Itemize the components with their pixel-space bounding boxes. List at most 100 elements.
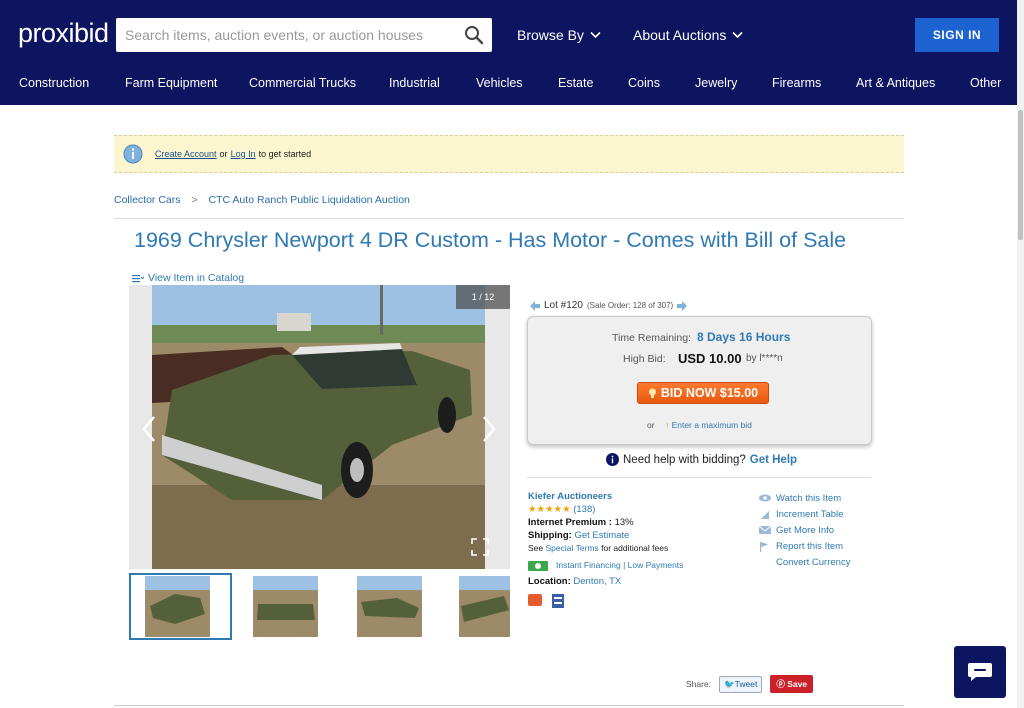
thumbnail-4[interactable]: [459, 576, 510, 637]
browse-by-menu[interactable]: Browse By: [517, 27, 601, 43]
about-auctions-menu[interactable]: About Auctions: [633, 27, 743, 43]
additional-fees-text: for additional fees: [601, 543, 669, 553]
search-icon[interactable]: [464, 25, 484, 45]
list-icon: [132, 274, 144, 282]
report-item-link[interactable]: Report this Item: [759, 539, 850, 555]
thumbnail-3[interactable]: [357, 576, 422, 637]
search-box[interactable]: [116, 18, 492, 52]
category-art-antiques[interactable]: Art & Antiques: [856, 76, 935, 90]
sale-order: (Sale Order: 128 of 307): [586, 301, 674, 310]
tweet-button[interactable]: 🐦Tweet: [719, 675, 763, 693]
photo-counter: 1 / 12: [456, 285, 510, 309]
log-in-link[interactable]: Log In: [231, 149, 256, 159]
thumbnail-image: [253, 576, 318, 637]
category-farm-equipment[interactable]: Farm Equipment: [125, 76, 217, 90]
chevron-left-icon[interactable]: [142, 415, 156, 443]
help-text: Need help with bidding?: [623, 453, 746, 466]
thumbnail-2[interactable]: [253, 576, 318, 637]
seller-info: Kiefer Auctioneers ★★★★★ (138) Internet …: [528, 490, 683, 608]
search-input[interactable]: [116, 18, 446, 52]
premium-label: Internet Premium :: [528, 517, 612, 528]
about-auctions-label: About Auctions: [633, 27, 727, 43]
award-icon: [552, 594, 564, 608]
chevron-right-icon[interactable]: [482, 415, 496, 443]
high-bid-label: High Bid:: [623, 353, 666, 365]
item-actions: Watch this Item Increment Table Get More…: [759, 490, 850, 571]
info-icon: [123, 144, 143, 164]
watch-item-link[interactable]: Watch this Item: [759, 490, 850, 506]
see-text: See: [528, 543, 544, 553]
thumbnail-image: [459, 576, 510, 637]
banner-suffix: to get started: [258, 149, 312, 159]
max-bid-row: or ↑ Enter a maximum bid: [647, 420, 752, 430]
bidding-help: Need help with bidding? Get Help: [606, 453, 797, 466]
envelope-icon: [759, 526, 771, 535]
expand-icon[interactable]: [471, 538, 489, 556]
view-in-catalog-label: View Item in Catalog: [148, 272, 245, 284]
main-photo[interactable]: [129, 285, 510, 569]
breadcrumb-auction[interactable]: CTC Auto Ranch Public Liquidation Auctio…: [209, 194, 410, 206]
special-terms-link[interactable]: Special Terms: [546, 543, 599, 553]
report-item-label: Report this Item: [776, 541, 844, 553]
scrollbar-thumb[interactable]: [1018, 110, 1023, 240]
enter-max-bid-link[interactable]: Enter a maximum bid: [672, 420, 752, 430]
divider: [114, 218, 904, 219]
thumbnail-1[interactable]: [145, 576, 210, 637]
flag-icon: [760, 541, 768, 552]
lot-navigation: Lot #120 (Sale Order: 128 of 307): [530, 300, 688, 311]
category-estate[interactable]: Estate: [558, 76, 593, 90]
location-label: Location:: [528, 576, 571, 587]
bid-now-button[interactable]: BID NOW $15.00: [637, 382, 769, 404]
badge-icon: [528, 594, 542, 606]
time-remaining-label: Time Remaining:: [612, 332, 691, 344]
item-title: 1969 Chrysler Newport 4 DR Custom - Has …: [134, 228, 847, 252]
sign-in-button[interactable]: SIGN IN: [915, 18, 999, 52]
breadcrumb: Collector Cars > CTC Auto Ranch Public L…: [114, 194, 410, 206]
instant-financing-link[interactable]: Instant Financing | Low Payments: [556, 559, 683, 572]
category-vehicles[interactable]: Vehicles: [476, 76, 523, 90]
seller-rating-count[interactable]: (138): [573, 504, 595, 515]
chat-button[interactable]: [954, 646, 1006, 698]
twitter-icon: 🐦: [724, 678, 735, 689]
thumbnail-image: [357, 576, 422, 637]
category-construction[interactable]: Construction: [19, 76, 89, 90]
convert-currency-link[interactable]: Convert Currency: [759, 555, 850, 571]
breadcrumb-collector-cars[interactable]: Collector Cars: [114, 194, 181, 206]
category-jewelry[interactable]: Jewelry: [695, 76, 737, 90]
divider: [527, 477, 871, 478]
eye-icon: [759, 494, 771, 502]
shipping-label: Shipping:: [528, 530, 572, 541]
seller-name-link[interactable]: Kiefer Auctioneers: [528, 491, 612, 502]
convert-currency-label: Convert Currency: [776, 557, 851, 569]
create-account-link[interactable]: Create Account: [155, 149, 217, 159]
increment-table-link[interactable]: Increment Table: [759, 506, 850, 522]
info-circle-icon: [606, 453, 619, 466]
watch-item-label: Watch this Item: [776, 492, 842, 504]
thumbnail-image: [145, 576, 210, 637]
save-label: Save: [787, 679, 808, 689]
pinterest-save-button[interactable]: ⓟ Save: [770, 675, 814, 693]
category-other[interactable]: Other: [970, 76, 1001, 90]
high-bid-value: USD 10.00: [678, 351, 742, 366]
category-commercial-trucks[interactable]: Commercial Trucks: [249, 76, 356, 90]
seller-rating-stars: ★★★★★: [528, 504, 571, 515]
share-bar: Share: 🐦Tweet ⓟ Save: [686, 675, 814, 693]
get-help-link[interactable]: Get Help: [750, 454, 797, 466]
category-coins[interactable]: Coins: [628, 76, 660, 90]
arrow-left-icon[interactable]: [530, 300, 540, 311]
category-firearms[interactable]: Firearms: [772, 76, 821, 90]
arrow-right-icon[interactable]: [677, 300, 688, 311]
up-arrow-icon: ↑: [664, 420, 670, 430]
increment-table-label: Increment Table: [776, 508, 844, 520]
divider: [114, 705, 904, 706]
lightbulb-icon: [648, 388, 656, 398]
more-info-link[interactable]: Get More Info: [759, 522, 850, 538]
page-scrollbar[interactable]: [1017, 0, 1024, 708]
currency-icon-placeholder: [759, 558, 771, 568]
get-estimate-link[interactable]: Get Estimate: [574, 530, 629, 541]
view-in-catalog-link[interactable]: View Item in Catalog: [132, 272, 244, 284]
max-bid-or: or: [647, 420, 655, 430]
proxibid-logo[interactable]: proxibid: [18, 18, 109, 49]
browse-by-label: Browse By: [517, 27, 584, 43]
category-industrial[interactable]: Industrial: [389, 76, 440, 90]
